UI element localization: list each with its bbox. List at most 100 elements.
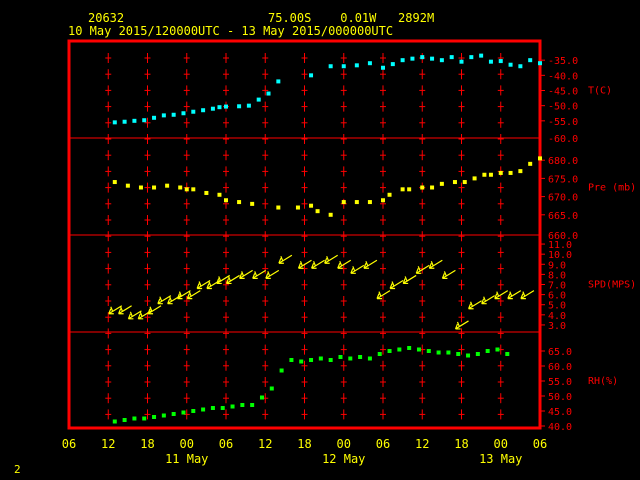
wind-arrow [147,305,162,315]
x-tick-label: 00 [180,437,194,451]
pressure-point [354,200,359,205]
time-period: 10 May 2015/120000UTC - 13 May 2015/0000… [68,24,394,38]
temperature-point [161,113,166,118]
pressure-point [295,205,300,210]
pressure-point [538,156,542,161]
temperature-point [246,103,251,108]
temperature-point [538,61,542,66]
wind-arrow [265,269,280,279]
x-tick-label: 00 [494,437,508,451]
rh-point [358,355,363,359]
pressure-point [165,183,170,188]
wind-arrow [350,264,365,274]
y-tick-label: 8.0 [548,270,566,281]
rh-point [289,358,294,362]
temperature-point [191,109,196,114]
panel-label-rh: RH(%) [588,376,618,387]
x-tick-label: 06 [62,437,76,451]
y-tick-label: -45.0 [548,87,578,98]
wind-arrow-shape [239,269,253,279]
y-tick-label: 11.0 [548,240,572,251]
y-tick-label: -40.0 [548,71,578,82]
temperature-point [266,91,271,96]
wind-arrow-shape [311,259,325,269]
temperature-point [341,64,346,69]
rh-point [210,406,215,410]
wind-arrow [468,300,482,310]
temperature-point [181,111,186,116]
wind-arrow [252,269,267,279]
pressure-point [309,203,314,208]
pressure-point [204,190,209,195]
temperature-point [367,61,372,66]
wind-arrow-shape [441,269,456,279]
pressure-point [482,172,487,177]
pressure-point [472,176,477,181]
rh-point [171,412,176,416]
y-tick-label: 680.0 [548,156,578,167]
temperature-point [498,59,503,64]
x-tick-label: 18 [454,437,468,451]
y-tick-label: 10.0 [548,250,572,261]
rh-point [397,347,402,352]
page-number: 2 [14,463,21,476]
pressure-point [138,185,143,190]
temperature-point [201,108,206,113]
y-tick-label: 50.0 [548,392,572,403]
pressure-point [224,198,228,203]
y-tick-label: 675.0 [548,174,578,185]
rh-point [230,404,235,409]
y-tick-label: 6.0 [548,291,566,302]
wind-arrow [428,259,443,269]
wind-arrow [507,290,522,300]
y-tick-label: -55.0 [548,117,578,128]
y-tick-label: 45.0 [548,407,572,418]
temperature-point [488,59,493,64]
rh-point [407,346,412,350]
temperature-point [400,58,405,63]
pressure-point [112,180,117,185]
y-tick-label: 5.0 [548,301,566,312]
y-tick-label: 670.0 [548,193,578,204]
rh-point [122,418,127,422]
meteogram-chart: 06 12 18 00 06 12 18 00 06 12 18 00 06 11 May 12 May 13… [62,39,636,466]
pressure-point [125,183,130,188]
pressure-point [508,170,513,175]
pressure-point [407,187,412,192]
x-tick-label: 06 [376,437,390,451]
x-tick-label: 12 [415,437,429,451]
temperature-point [459,59,464,64]
pressure-point [341,200,346,205]
station-location: 75.00S 0.01W 2892M [268,11,435,25]
wind-arrow-shape [402,274,417,285]
rh-point [259,395,264,400]
temperature-point [420,55,425,60]
pressure-point [237,200,242,205]
x-tick-label: 06 [219,437,233,451]
temperature-point [430,56,435,61]
temperature-point [112,120,117,125]
temperature-point [309,73,314,78]
wind-arrow-shape [363,259,378,269]
rh-point [505,352,510,356]
pressure-point [498,170,503,175]
wind-arrow-shape [324,254,338,264]
temperature-point [328,64,333,69]
x-tick-label: 12 [258,437,272,451]
x-tick-label: 18 [140,437,154,451]
rh-point [240,403,245,407]
y-tick-label: 665.0 [548,211,578,222]
pressure-point [420,185,425,190]
wind-arrow-shape [350,264,365,274]
y-tick-label: -60.0 [548,134,578,145]
temperature-point [439,58,444,63]
pressure-point [430,185,435,190]
wind-arrow-shape [225,274,240,285]
rh-point [161,413,166,418]
wind-arrow [363,259,378,269]
rh-point [191,409,196,413]
temperature-point [469,55,474,60]
pressure-point [488,172,493,177]
wind-arrow [481,295,495,305]
x-tick-label: 00 [337,437,351,451]
